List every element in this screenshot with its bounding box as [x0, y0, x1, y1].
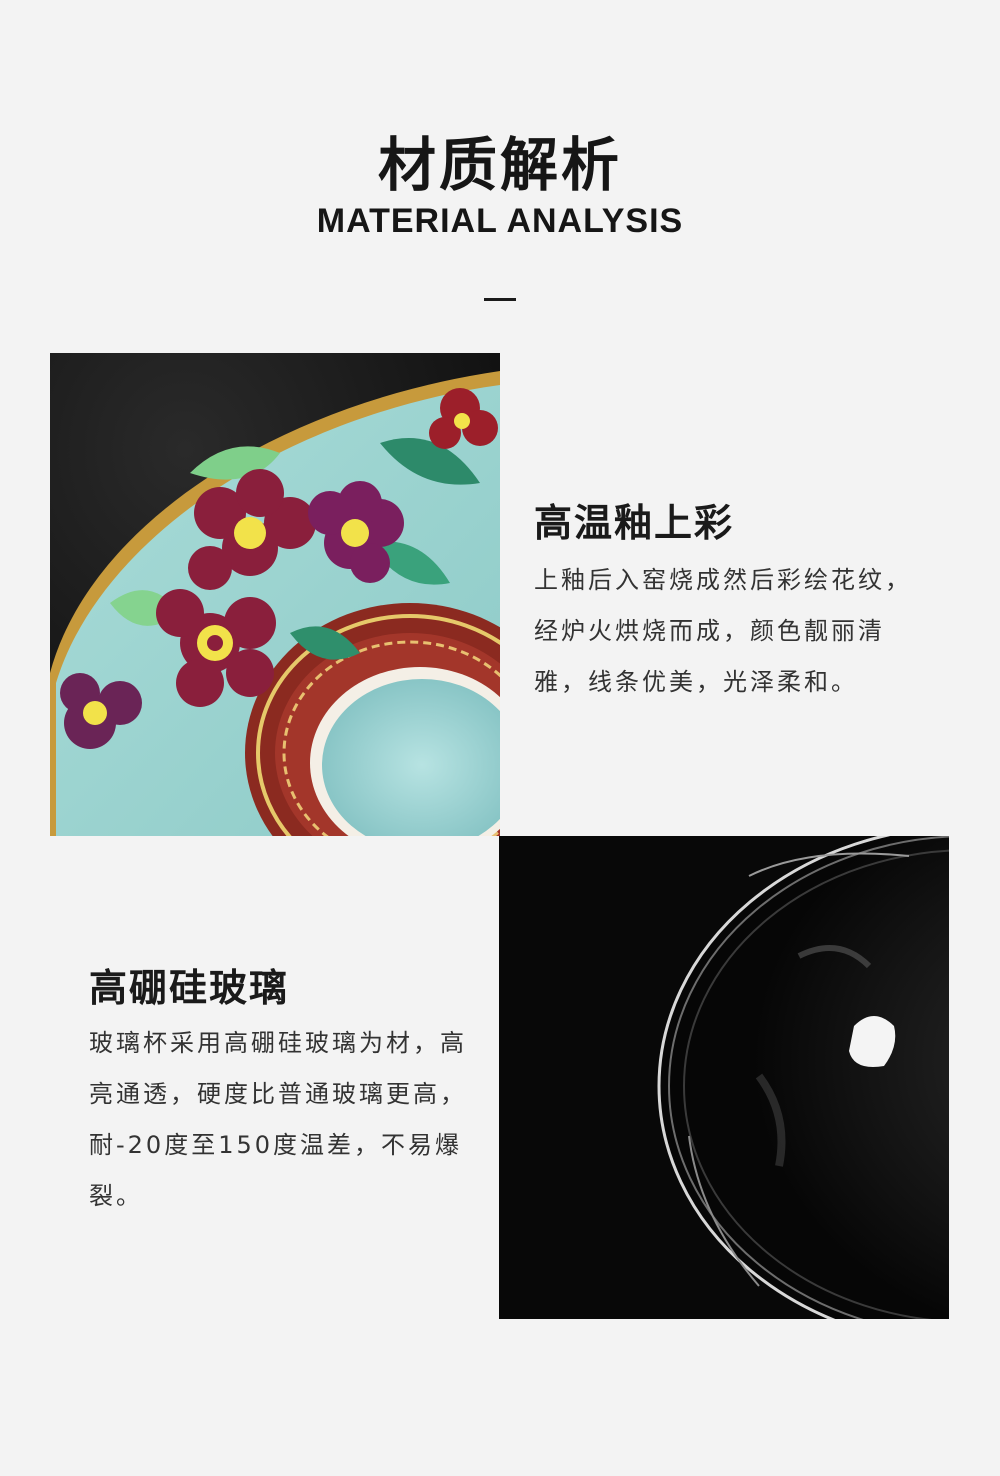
enamel-cup-photo — [50, 353, 500, 836]
feature-heading-glass: 高硼硅玻璃 — [89, 966, 290, 1010]
glass-cup-photo — [499, 836, 949, 1319]
feature-heading-enamel: 高温釉上彩 — [534, 501, 735, 545]
feature-body-line: 上釉后入窑烧成然后彩绘花纹， — [534, 566, 912, 594]
section-title: 材质解析 — [377, 131, 622, 199]
title-divider — [484, 298, 516, 301]
feature-body-line: 雅，线条优美，光泽柔和。 — [534, 668, 858, 696]
feature-body-glass: 玻璃杯采用高硼硅玻璃为材，高 亮通透，硬度比普通玻璃更高， 耐-20度至150度… — [89, 1018, 467, 1222]
feature-body-line: 耐-20度至150度温差，不易爆 — [89, 1131, 463, 1159]
feature-body-line: 亮通透，硬度比普通玻璃更高， — [89, 1080, 467, 1108]
material-analysis-page: 材质解析 MATERIAL ANALYSIS 高温釉上彩 上釉后入窑烧成然后彩绘… — [0, 0, 1000, 1476]
feature-body-line: 玻璃杯采用高硼硅玻璃为材，高 — [89, 1029, 467, 1057]
feature-body-line: 裂。 — [89, 1182, 143, 1210]
section-subtitle: MATERIAL ANALYSIS — [316, 202, 684, 240]
feature-body-enamel: 上釉后入窑烧成然后彩绘花纹， 经炉火烘烧而成，颜色靓丽清 雅，线条优美，光泽柔和… — [534, 555, 912, 708]
feature-body-line: 经炉火烘烧而成，颜色靓丽清 — [534, 617, 885, 645]
